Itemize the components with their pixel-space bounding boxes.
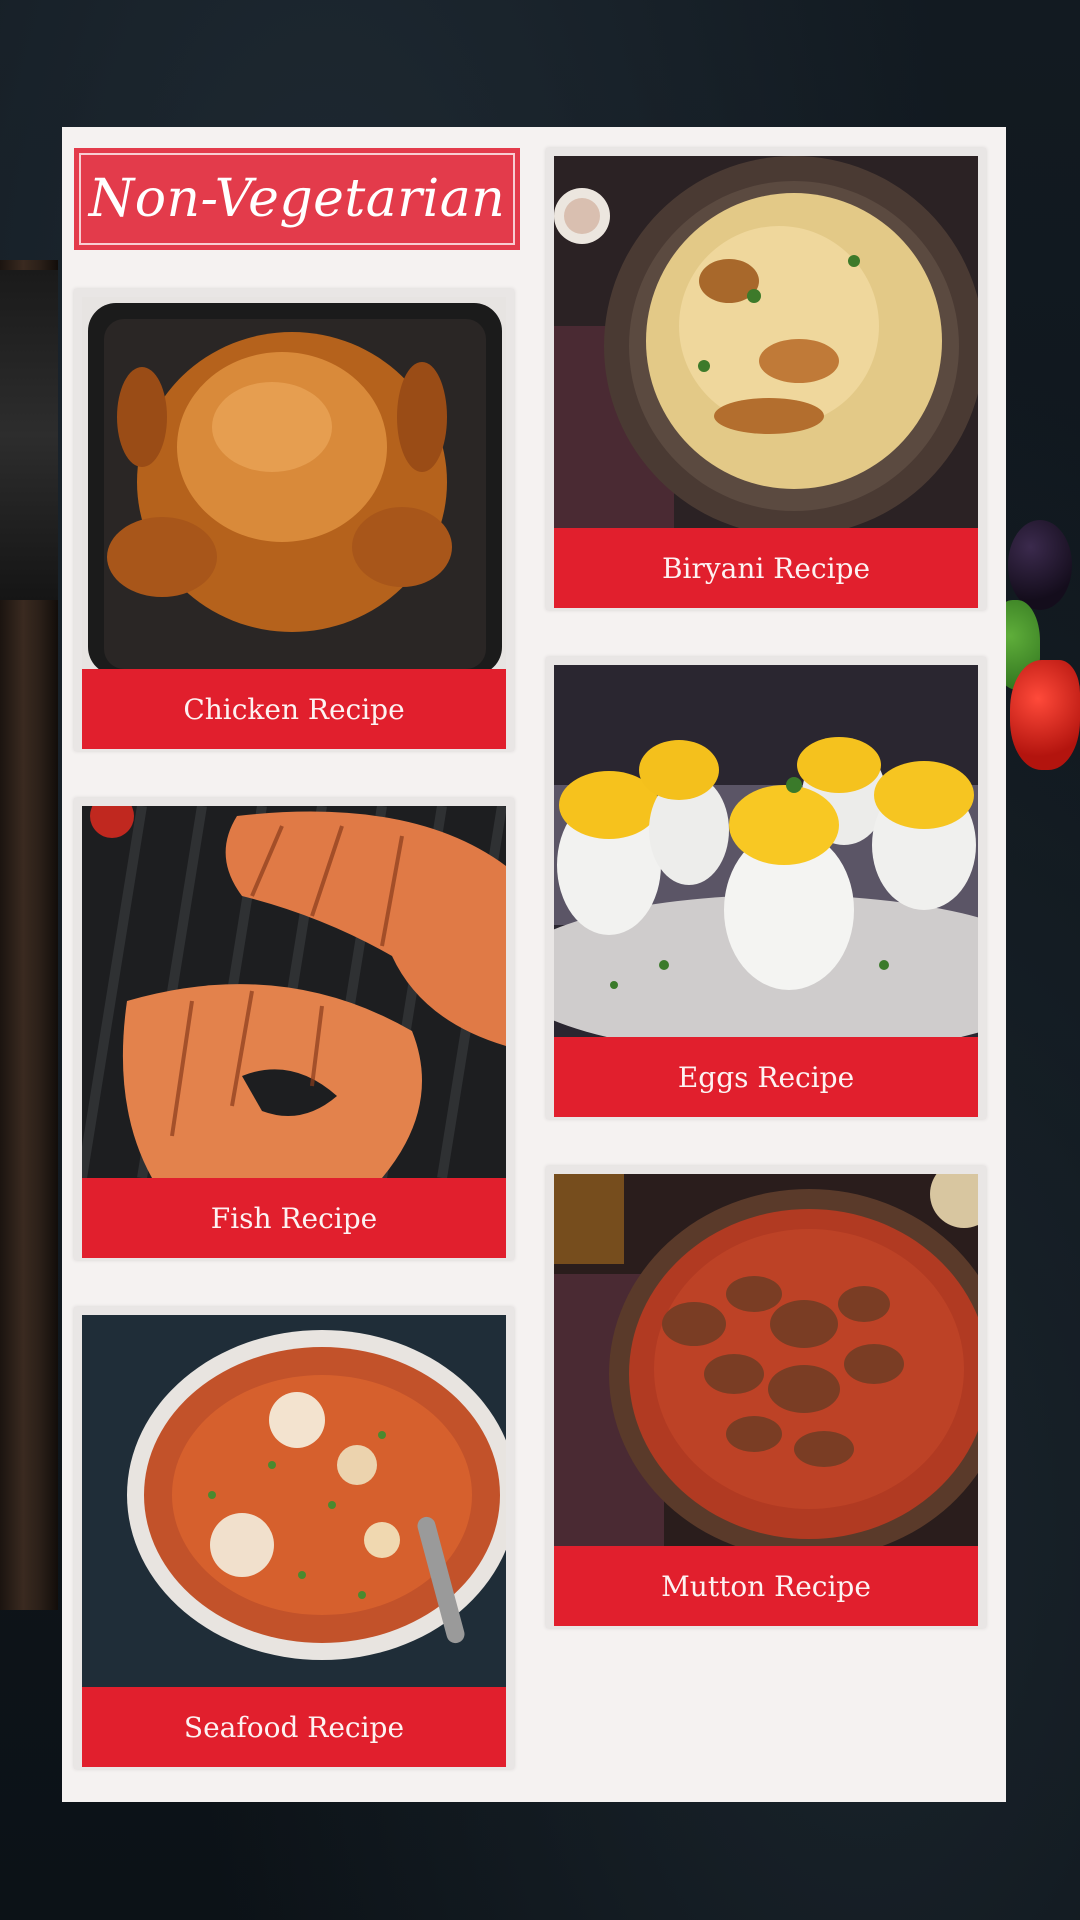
page-title-banner: Non-Vegetarian bbox=[74, 148, 520, 250]
mutton-curry-image bbox=[554, 1174, 978, 1546]
biryani-image bbox=[554, 156, 978, 528]
roast-chicken-image bbox=[82, 297, 506, 669]
seafood-stew-image bbox=[82, 1315, 506, 1687]
fish-recipe-card[interactable]: Fish Recipe bbox=[74, 798, 514, 1260]
mutton-recipe-label[interactable]: Mutton Recipe bbox=[554, 1546, 978, 1626]
red-pepper-decoration bbox=[1010, 660, 1080, 770]
eggplant-decoration bbox=[1008, 520, 1072, 610]
chicken-recipe-label[interactable]: Chicken Recipe bbox=[82, 669, 506, 749]
recipe-category-panel: Non-Vegetarian Chicken Recipe Biryani Re… bbox=[62, 127, 1006, 1802]
eggs-recipe-card[interactable]: Eggs Recipe bbox=[546, 657, 986, 1119]
page-title: Non-Vegetarian bbox=[79, 153, 515, 245]
grilled-salmon-image bbox=[82, 806, 506, 1178]
board-handle-decoration bbox=[0, 270, 58, 600]
biryani-recipe-label[interactable]: Biryani Recipe bbox=[554, 528, 978, 608]
eggs-recipe-label[interactable]: Eggs Recipe bbox=[554, 1037, 978, 1117]
seafood-recipe-card[interactable]: Seafood Recipe bbox=[74, 1307, 514, 1769]
deviled-eggs-image bbox=[554, 665, 978, 1037]
mutton-recipe-card[interactable]: Mutton Recipe bbox=[546, 1166, 986, 1628]
chicken-recipe-card[interactable]: Chicken Recipe bbox=[74, 289, 514, 751]
biryani-recipe-card[interactable]: Biryani Recipe bbox=[546, 148, 986, 610]
seafood-recipe-label[interactable]: Seafood Recipe bbox=[82, 1687, 506, 1767]
fish-recipe-label[interactable]: Fish Recipe bbox=[82, 1178, 506, 1258]
